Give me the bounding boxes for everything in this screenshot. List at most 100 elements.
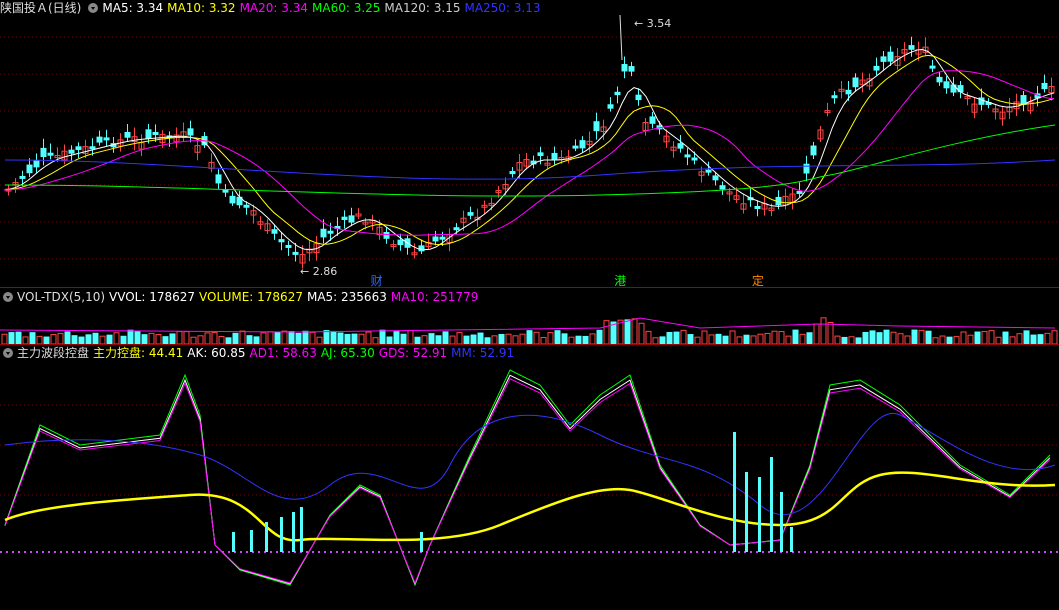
volume-bar bbox=[792, 329, 799, 344]
volume-bar bbox=[127, 329, 134, 344]
volume-bar bbox=[960, 331, 967, 344]
candle-body bbox=[327, 230, 334, 234]
candle-body bbox=[432, 236, 439, 242]
volume-bar bbox=[701, 330, 708, 344]
volume-bar bbox=[421, 335, 428, 344]
ad1-line bbox=[4, 378, 1051, 585]
volume-bar bbox=[393, 331, 400, 344]
candle-body bbox=[26, 164, 33, 174]
volume-bar bbox=[680, 329, 687, 344]
candle-body bbox=[852, 77, 859, 88]
candle-body bbox=[803, 163, 810, 174]
volume-bar bbox=[568, 336, 575, 344]
histogram-bar bbox=[758, 477, 761, 552]
candle-body bbox=[278, 239, 285, 243]
ma20-line bbox=[3, 70, 1055, 236]
histogram-bar bbox=[420, 532, 423, 552]
ma10-line bbox=[3, 54, 1055, 246]
histogram-bar bbox=[265, 522, 268, 552]
volume-bar bbox=[918, 329, 925, 344]
volume-bar bbox=[1051, 330, 1058, 344]
volume-bar bbox=[827, 321, 834, 344]
candle-body bbox=[453, 227, 460, 231]
candle-body bbox=[936, 76, 943, 83]
legend-item: MM: 52.91 bbox=[451, 346, 515, 360]
candle-body bbox=[509, 171, 516, 175]
volume-bar bbox=[729, 330, 736, 344]
candle-body bbox=[607, 104, 614, 109]
circle-dropdown-icon[interactable] bbox=[88, 3, 99, 13]
volume-bar bbox=[239, 330, 246, 344]
low-price-label: ← 2.86 bbox=[300, 265, 338, 278]
candle-body bbox=[187, 128, 194, 136]
volume-bar bbox=[302, 330, 309, 344]
circle-dropdown-icon[interactable] bbox=[3, 348, 13, 358]
volume-bar bbox=[946, 336, 953, 344]
volume-bar bbox=[169, 333, 176, 344]
volume-bar bbox=[113, 332, 120, 344]
volume-header: VOL-TDX(5,10) VVOL: 178627 VOLUME: 178627 M… bbox=[0, 289, 486, 305]
volume-bar bbox=[967, 334, 974, 344]
volume-bar bbox=[813, 323, 820, 344]
candle-body bbox=[551, 152, 558, 161]
volume-bar bbox=[57, 333, 64, 344]
volume-bar bbox=[281, 330, 288, 344]
candle-body bbox=[621, 64, 628, 72]
volume-bar bbox=[351, 333, 358, 344]
volume-bar bbox=[92, 332, 99, 344]
volume-bar bbox=[435, 335, 442, 344]
volume-bar bbox=[78, 336, 85, 344]
volume-bar bbox=[337, 332, 344, 344]
candle-body bbox=[215, 174, 222, 184]
candle-body bbox=[719, 185, 726, 190]
volume-bar bbox=[309, 331, 316, 344]
vol-title: VOL-TDX(5,10) bbox=[17, 290, 106, 304]
volume-bar bbox=[295, 332, 302, 344]
ma250-line bbox=[4, 159, 1056, 180]
volume-bar bbox=[890, 331, 897, 344]
volume-bar bbox=[218, 336, 225, 344]
candle-body bbox=[628, 66, 635, 72]
indicator-panel[interactable]: 主力波段控盘 主力控盘: 44.41 AK: 60.85 AD1: 58.63 AJ: … bbox=[0, 345, 1059, 610]
candle-body bbox=[96, 136, 103, 143]
candle-body bbox=[684, 154, 691, 158]
circle-dropdown-icon[interactable] bbox=[3, 292, 13, 302]
histogram-bar bbox=[292, 512, 295, 552]
volume-bar bbox=[183, 331, 190, 344]
volume-bar bbox=[428, 333, 435, 344]
indicator-chart[interactable] bbox=[0, 345, 1059, 610]
volume-bar bbox=[673, 331, 680, 344]
stock-title: 陕国投Ａ(日线) bbox=[0, 1, 82, 15]
aj-line bbox=[4, 369, 1051, 587]
histogram-bar bbox=[780, 492, 783, 552]
volume-bar bbox=[134, 330, 141, 344]
volume-bar bbox=[1, 333, 8, 344]
legend-item: MA5: 235663 bbox=[306, 290, 387, 304]
volume-bar bbox=[526, 330, 533, 344]
candle-body bbox=[593, 121, 600, 132]
volume-bar bbox=[288, 331, 295, 344]
vol-legend: VVOL: 178627 VOLUME: 178627 MA5: 235663 MA1… bbox=[109, 290, 482, 304]
volume-bar bbox=[519, 333, 526, 344]
volume-bar bbox=[694, 336, 701, 344]
volume-bar bbox=[624, 319, 631, 344]
volume-bar bbox=[253, 336, 260, 344]
candlestick-chart[interactable] bbox=[0, 0, 1059, 287]
volume-bar bbox=[988, 330, 995, 344]
histogram-bar bbox=[300, 507, 303, 552]
volume-bar bbox=[106, 334, 113, 344]
legend-item: VOLUME: 178627 bbox=[199, 290, 303, 304]
candle-body bbox=[152, 131, 159, 135]
volume-bar bbox=[575, 335, 582, 344]
volume-bar bbox=[246, 335, 253, 344]
volume-bar bbox=[834, 335, 841, 344]
volume-panel[interactable]: VOL-TDX(5,10) VVOL: 178627 VOLUME: 178627 M… bbox=[0, 288, 1059, 344]
candle-body bbox=[68, 149, 75, 154]
volume-bar bbox=[883, 329, 890, 344]
candle-body bbox=[47, 152, 54, 156]
price-panel[interactable]: 陕国投Ａ(日线) MA5: 3.34 MA10: 3.32 MA20: 3.34 MA6… bbox=[0, 0, 1059, 288]
volume-bar bbox=[344, 333, 351, 344]
legend-item: MA5: 3.34 bbox=[102, 1, 164, 15]
volume-bar bbox=[449, 335, 456, 344]
candle-body bbox=[579, 140, 586, 149]
